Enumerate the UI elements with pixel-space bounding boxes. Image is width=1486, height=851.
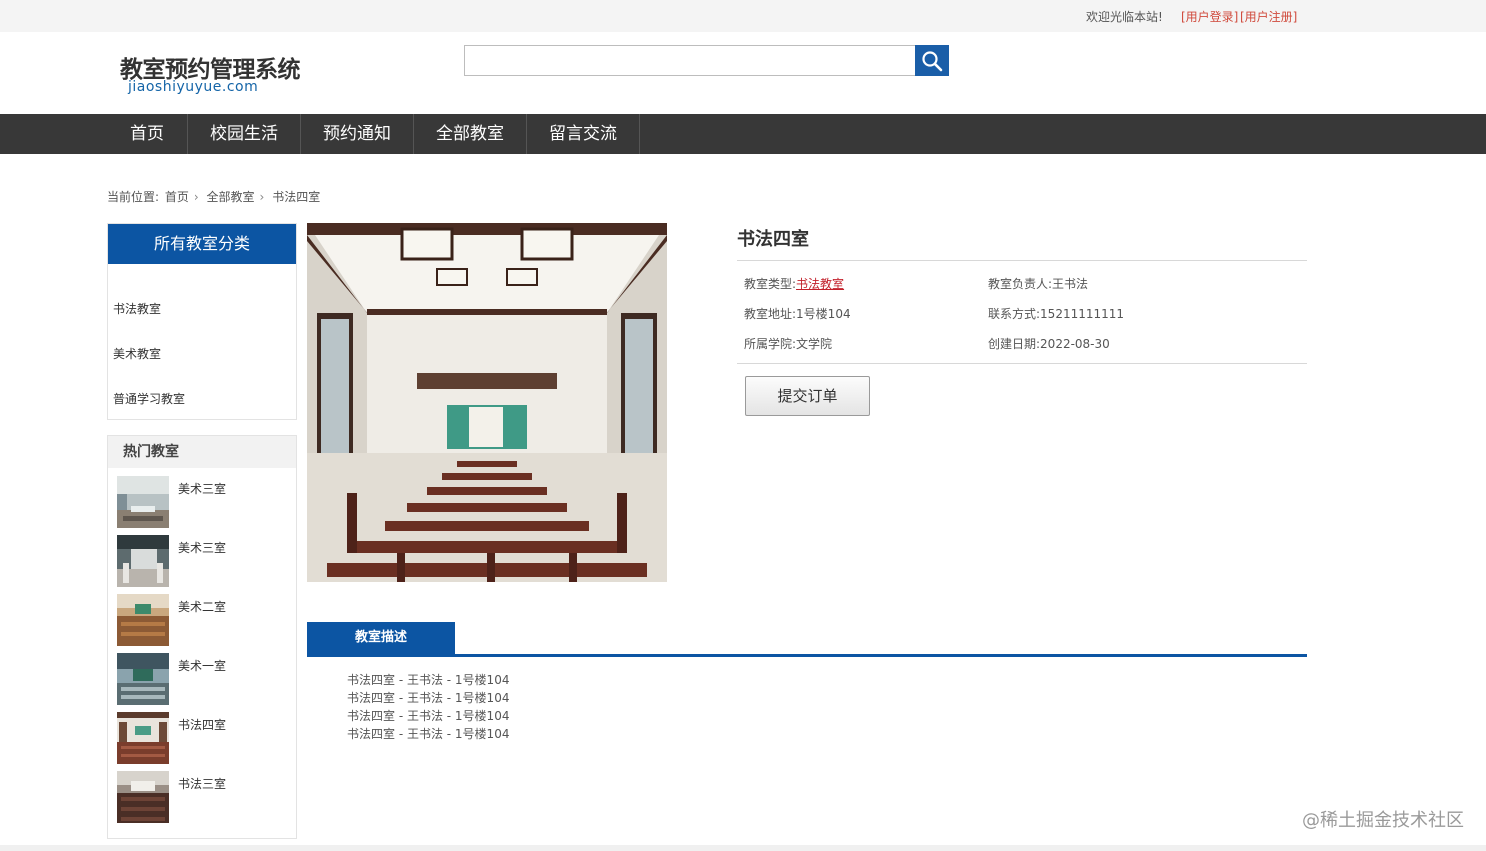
search-input[interactable] [464,45,916,76]
search-icon [922,51,943,72]
room-type-link[interactable]: 书法教室 [796,277,844,291]
tab-description[interactable]: 教室描述 [307,622,455,654]
nav-message-board[interactable]: 留言交流 [527,114,640,154]
category-panel: 所有教室分类 书法教室 美术教室 普通学习教室 [107,223,297,420]
breadcrumb: 当前位置: 首页 › 全部教室 › 书法四室 [107,188,322,205]
classroom-thumbnail[interactable] [117,476,169,528]
hot-classrooms-panel: 热门教室 美术三室 美术三室 美术二室 美术一室 书法四室 书法三室 [107,435,297,839]
hot-classroom-name[interactable]: 美术三室 [178,539,226,556]
room-college-row: 所属学院:文学院 [744,335,832,352]
category-panel-title: 所有教室分类 [108,224,296,264]
hot-classroom-name[interactable]: 美术二室 [178,598,226,615]
nav-campus-life[interactable]: 校园生活 [188,114,301,154]
room-address-row: 教室地址:1号楼104 [744,305,851,322]
chevron-right-icon: › [259,190,265,204]
hot-classroom-item[interactable]: 美术三室 [117,476,287,528]
room-contact-row: 联系方式:15211111111 [988,305,1124,322]
classroom-thumbnail[interactable] [117,653,169,705]
search-button[interactable] [915,45,949,76]
description-line: 书法四室 - 王书法 - 1号楼104 [347,691,510,705]
hot-classroom-name[interactable]: 美术一室 [178,657,226,674]
watermark: @稀土掘金技术社区 [1302,810,1464,831]
room-manager-value: 王书法 [1052,277,1089,291]
divider [737,363,1307,364]
hot-classroom-item[interactable]: 美术二室 [117,594,287,646]
nav-all-classrooms[interactable]: 全部教室 [414,114,527,154]
main-nav: 首页 校园生活 预约通知 全部教室 留言交流 [0,114,1486,154]
nav-booking-notice[interactable]: 预约通知 [301,114,414,154]
room-college-value: 文学院 [796,337,833,351]
breadcrumb-prefix: 当前位置: [107,190,160,204]
hot-classroom-item[interactable]: 书法三室 [117,771,287,823]
welcome-text: 欢迎光临本站! [1086,10,1163,24]
submit-order-button[interactable]: 提交订单 [745,376,870,416]
hot-classroom-item[interactable]: 美术三室 [117,535,287,587]
site-domain: jiaoshiyuyue.com [128,79,259,95]
category-calligraphy[interactable]: 书法教室 [113,300,161,317]
room-manager-row: 教室负责人:王书法 [988,275,1088,292]
room-date-row: 创建日期:2022-08-30 [988,335,1110,352]
room-type-row: 教室类型:书法教室 [744,275,844,292]
chevron-right-icon: › [193,190,199,204]
register-link[interactable]: [用户注册] [1240,8,1297,25]
hot-classroom-name[interactable]: 美术三室 [178,480,226,497]
nav-home[interactable]: 首页 [107,114,188,154]
description-line: 书法四室 - 王书法 - 1号楼104 [347,709,510,723]
header: 教室预约管理系统 jiaoshiyuyue.com [0,32,1486,114]
room-manager-label: 教室负责人: [988,277,1053,291]
room-contact-value: 15211111111 [1040,307,1125,321]
classroom-thumbnail[interactable] [117,535,169,587]
classroom-photo [307,223,667,582]
room-contact-label: 联系方式: [988,307,1041,321]
room-college-label: 所属学院: [744,337,797,351]
classroom-thumbnail[interactable] [117,712,169,764]
category-art[interactable]: 美术教室 [113,345,161,362]
breadcrumb-current: 书法四室 [272,190,321,204]
room-type-label: 教室类型: [744,277,797,291]
hot-classroom-item[interactable]: 书法四室 [117,712,287,764]
room-address-label: 教室地址: [744,307,797,321]
room-date-label: 创建日期: [988,337,1041,351]
breadcrumb-home[interactable]: 首页 [165,190,189,204]
footer-strip [0,845,1486,851]
category-general-study[interactable]: 普通学习教室 [113,390,185,407]
hot-classrooms-title: 热门教室 [108,436,296,468]
top-bar: 欢迎光临本站! [用户登录] [用户注册] [0,0,1486,32]
classroom-thumbnail[interactable] [117,594,169,646]
description-line: 书法四室 - 王书法 - 1号楼104 [347,673,510,687]
tab-underline [307,654,1307,657]
hot-classroom-item[interactable]: 美术一室 [117,653,287,705]
breadcrumb-all-classrooms[interactable]: 全部教室 [207,190,255,204]
login-link[interactable]: [用户登录] [1181,8,1238,25]
description-line: 书法四室 - 王书法 - 1号楼104 [347,727,510,741]
hot-classroom-name[interactable]: 书法四室 [178,716,226,733]
hot-classroom-name[interactable]: 书法三室 [178,775,226,792]
room-title: 书法四室 [737,229,809,250]
room-date-value: 2022-08-30 [1040,337,1110,351]
divider [737,260,1307,261]
classroom-thumbnail[interactable] [117,771,169,823]
room-address-value: 1号楼104 [796,307,851,321]
